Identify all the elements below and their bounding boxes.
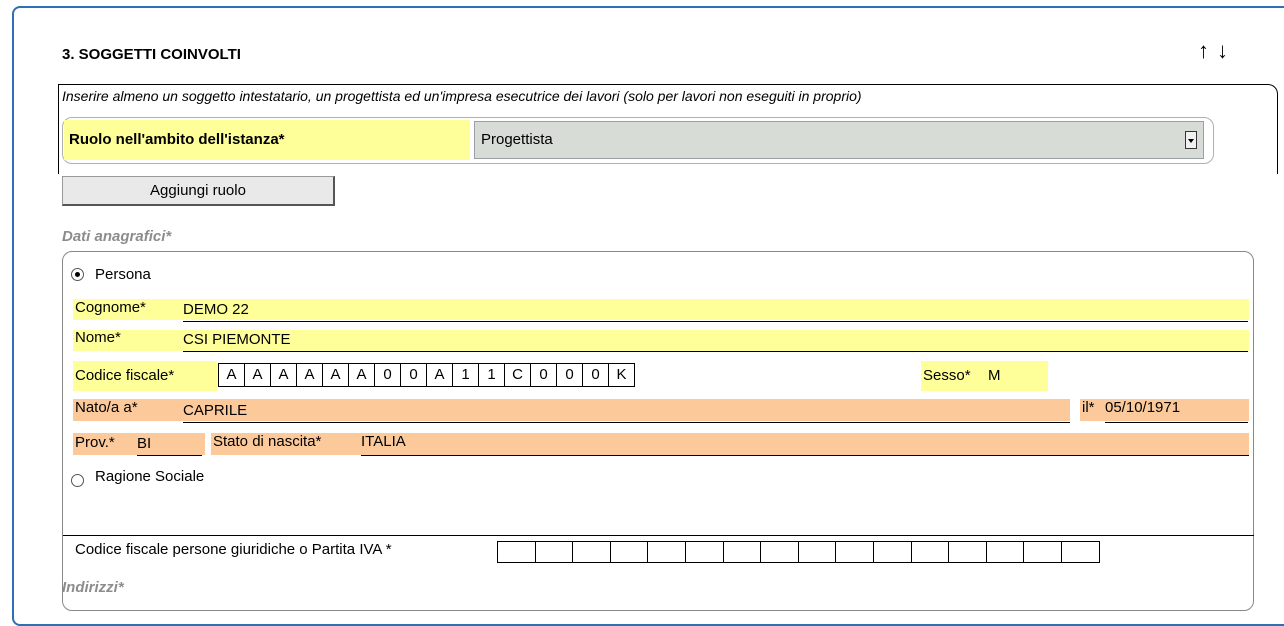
partita-iva-char[interactable] [985,541,1025,563]
prov-field[interactable]: BI [137,435,202,456]
sesso-label: Sesso* [923,367,971,384]
codice-fiscale-char[interactable]: A [348,363,375,387]
move-down-icon[interactable]: ↓ [1217,38,1236,64]
codice-fiscale-char[interactable]: 0 [530,363,557,387]
partita-iva-char[interactable] [1023,541,1062,563]
nome-label: Nome* [75,329,121,346]
codice-fiscale-char[interactable]: A [426,363,453,387]
nato-label: Nato/a a* [75,399,138,416]
nato-field[interactable]: CAPRILE [183,402,1070,423]
codice-fiscale-char[interactable]: K [608,363,635,387]
role-select[interactable]: Progettista [474,121,1204,159]
partita-iva-char[interactable] [497,541,536,563]
codice-fiscale-char[interactable]: A [322,363,349,387]
partita-iva-field[interactable] [497,541,1100,563]
dati-anagrafici-label: Dati anagrafici* [62,228,172,245]
reorder-controls: ↑↓ [1198,38,1236,64]
codice-fiscale-char[interactable]: 0 [582,363,609,387]
divider [63,535,1254,536]
partita-iva-char[interactable] [572,541,611,563]
partita-iva-label: Codice fiscale persone giuridiche o Part… [75,541,392,558]
nome-field[interactable]: CSI PIEMONTE [183,331,1248,352]
cognome-field[interactable]: DEMO 22 [183,301,1248,322]
partita-iva-char[interactable] [910,541,950,563]
partita-iva-char[interactable] [647,541,686,563]
codice-fiscale-char[interactable]: 1 [452,363,479,387]
codice-fiscale-char[interactable]: 0 [400,363,427,387]
partita-iva-char[interactable] [948,541,987,563]
data-nascita-label: il* [1082,399,1095,416]
partita-iva-char[interactable] [872,541,912,563]
section-title: 3. SOGGETTI COINVOLTI [62,46,241,63]
partita-iva-char[interactable] [534,541,574,563]
stato-field[interactable]: ITALIA [361,433,1249,456]
indirizzi-label: Indirizzi* [62,579,124,596]
codice-fiscale-char[interactable]: C [504,363,531,387]
data-nascita-field[interactable]: 05/10/1971 [1105,399,1248,423]
partita-iva-char[interactable] [609,541,649,563]
prov-label: Prov.* [75,434,115,451]
codice-fiscale-char[interactable]: 1 [478,363,505,387]
codice-fiscale-label: Codice fiscale* [75,367,175,384]
codice-fiscale-char[interactable]: A [270,363,297,387]
codice-fiscale-field[interactable]: AAAAAA00A11C000K [218,363,635,387]
codice-fiscale-char[interactable]: A [244,363,271,387]
partita-iva-char[interactable] [760,541,799,563]
codice-fiscale-char[interactable]: 0 [374,363,401,387]
move-up-icon[interactable]: ↑ [1198,38,1217,64]
ragione-sociale-radio[interactable] [71,474,84,487]
role-select-value: Progettista [481,131,553,148]
codice-fiscale-char[interactable]: A [218,363,245,387]
partita-iva-char[interactable] [797,541,837,563]
chevron-down-icon[interactable] [1185,131,1197,149]
persona-radio[interactable] [71,268,84,281]
partita-iva-char[interactable] [722,541,762,563]
codice-fiscale-char[interactable]: 0 [556,363,583,387]
codice-fiscale-char[interactable]: A [296,363,323,387]
cognome-label: Cognome* [75,299,146,316]
partita-iva-char[interactable] [684,541,724,563]
partita-iva-char[interactable] [835,541,874,563]
ragione-sociale-label: Ragione Sociale [95,468,205,485]
role-label: Ruolo nell'ambito dell'istanza* [64,120,470,160]
add-role-button[interactable]: Aggiungi ruolo [62,176,335,206]
persona-label: Persona [95,266,151,283]
sesso-field[interactable]: M [988,367,1001,384]
partita-iva-char[interactable] [1060,541,1100,563]
instructions-text: Inserire almeno un soggetto intestatario… [62,88,862,104]
stato-label: Stato di nascita* [213,433,322,450]
